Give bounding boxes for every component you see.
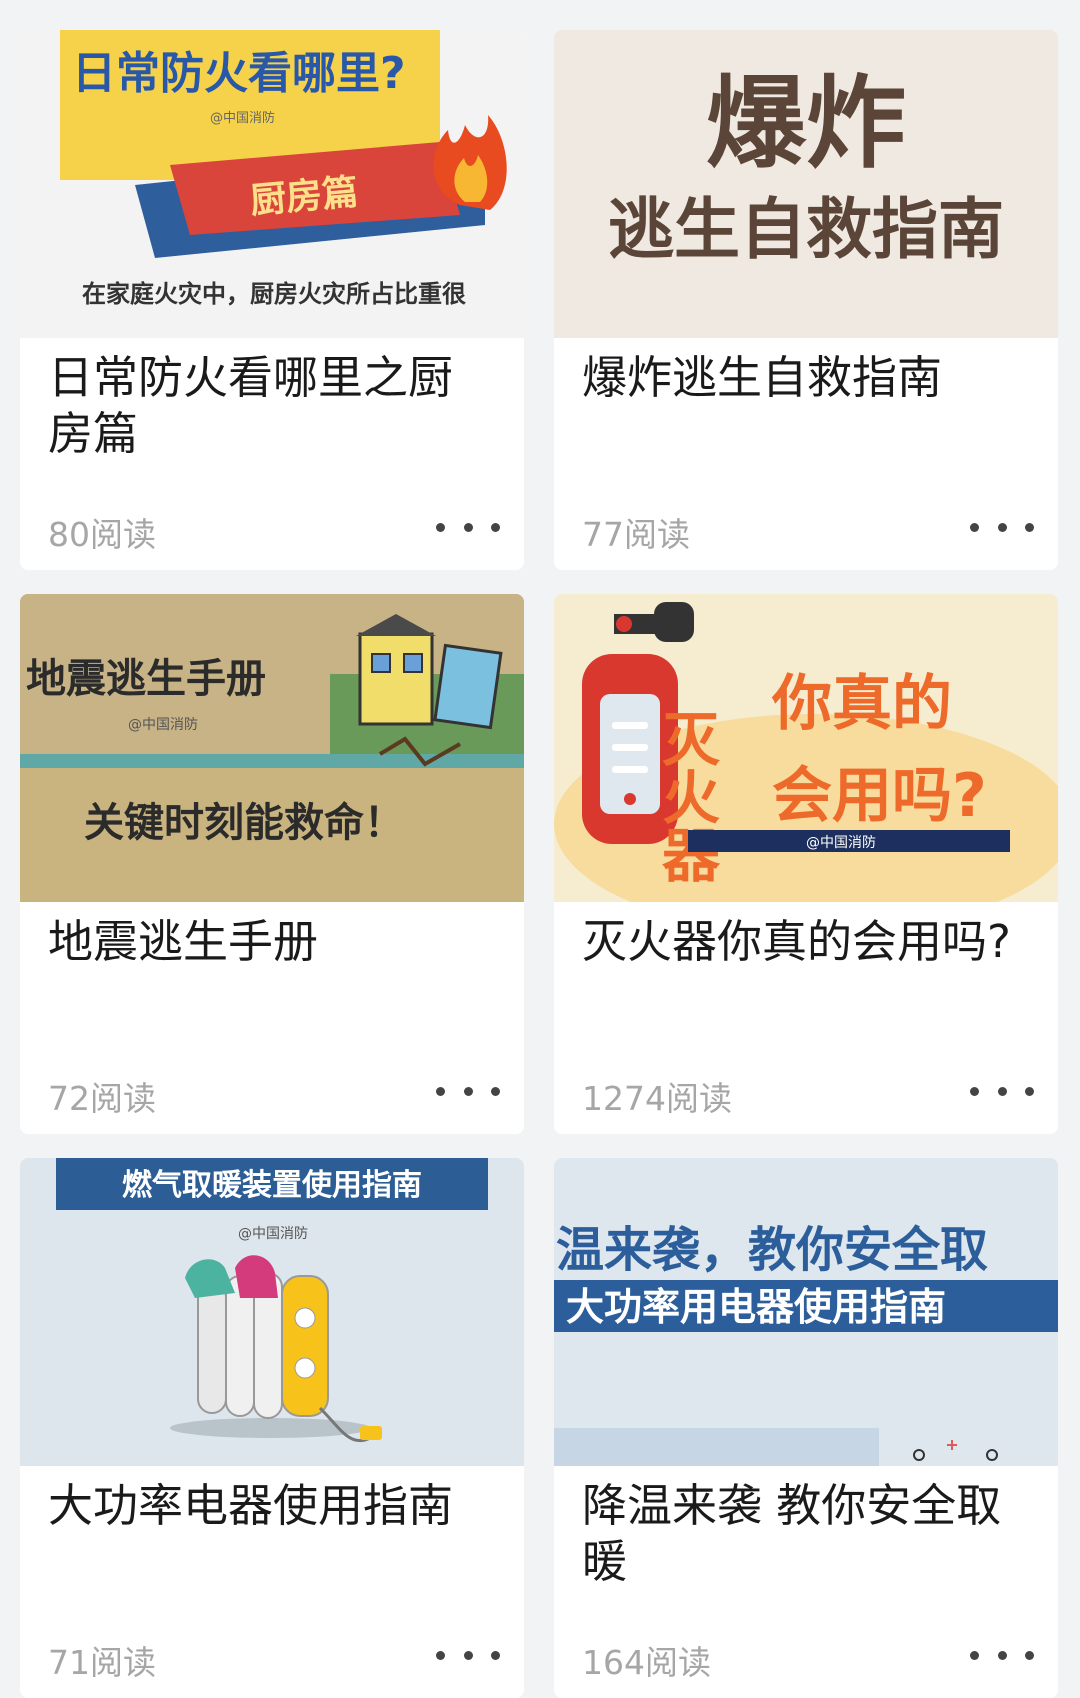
read-count: 164阅读 xyxy=(582,1643,711,1682)
thumb-vertical-label: 灭火器 xyxy=(652,709,720,883)
article-card[interactable]: 燃气取暖装置使用指南 @中国消防 大功率电器使用指南 71阅读 xyxy=(20,1158,524,1698)
article-title: 地震逃生手册 xyxy=(48,915,319,968)
read-count: 80阅读 xyxy=(48,515,156,554)
article-title: 爆炸逃生自救指南 xyxy=(582,351,943,404)
read-count: 77阅读 xyxy=(582,515,690,554)
more-horizontal-icon[interactable] xyxy=(970,1084,1034,1098)
article-card[interactable]: 地震逃生手册 @中国消防 关键时刻能救命！ 地震逃生手册 72阅读 xyxy=(20,594,524,1134)
more-horizontal-icon[interactable] xyxy=(436,520,500,534)
article-title: 日常防火看哪里之厨房篇 xyxy=(48,351,454,460)
article-grid: 日常防火看哪里? @中国消防 厨房篇 在家庭火灾中，厨房火灾所占比重很 日常防火… xyxy=(20,30,1060,1698)
thumb-line1: 你真的 xyxy=(771,669,952,739)
article-thumbnail: 日常防火看哪里? @中国消防 厨房篇 在家庭火灾中，厨房火灾所占比重很 xyxy=(20,30,524,338)
article-card[interactable]: 日常防火看哪里? @中国消防 厨房篇 在家庭火灾中，厨房火灾所占比重很 日常防火… xyxy=(20,30,524,570)
more-horizontal-icon[interactable] xyxy=(436,1084,500,1098)
thumb-watermark: @中国消防 xyxy=(806,835,876,851)
read-count: 72阅读 xyxy=(48,1079,156,1118)
article-thumbnail: 温来袭，教你安全取 大功率用电器使用指南 xyxy=(554,1158,1058,1466)
thumb-headline: 爆炸 xyxy=(706,65,906,182)
thumb-line1: 温来袭，教你安全取 xyxy=(556,1222,988,1278)
more-horizontal-icon[interactable] xyxy=(970,520,1034,534)
thumb-line2: 大功率用电器使用指南 xyxy=(566,1285,946,1329)
read-count: 1274阅读 xyxy=(582,1079,732,1118)
article-card[interactable]: 爆炸 逃生自救指南 爆炸逃生自救指南 77阅读 xyxy=(554,30,1058,570)
thumb-subline: 关键时刻能救命！ xyxy=(84,800,404,846)
thumb-subline: 逃生自救指南 xyxy=(608,191,1004,268)
article-thumbnail: 地震逃生手册 @中国消防 关键时刻能救命！ xyxy=(20,594,524,902)
read-count: 71阅读 xyxy=(48,1643,156,1682)
more-horizontal-icon[interactable] xyxy=(436,1648,500,1662)
article-title: 降温来袭 教你安全取暖 xyxy=(582,1479,1002,1588)
thumb-headline: 地震逃生手册 xyxy=(26,656,266,702)
thumb-watermark: @中国消防 xyxy=(210,110,275,126)
article-title: 大功率电器使用指南 xyxy=(48,1479,454,1532)
article-thumbnail: 爆炸 逃生自救指南 xyxy=(554,30,1058,338)
article-thumbnail: 灭火器 你真的 会用吗? @中国消防 xyxy=(554,594,1058,902)
more-horizontal-icon[interactable] xyxy=(970,1648,1034,1662)
article-thumbnail: 燃气取暖装置使用指南 @中国消防 xyxy=(20,1158,524,1466)
article-title: 灭火器你真的会用吗? xyxy=(582,915,1011,968)
thumb-watermark: @中国消防 xyxy=(128,717,198,733)
thumb-caption: 在家庭火灾中，厨房火灾所占比重很 xyxy=(82,280,466,308)
thumb-line2: 会用吗? xyxy=(772,761,987,831)
thumb-banner: 燃气取暖装置使用指南 xyxy=(122,1168,422,1203)
article-card[interactable]: 温来袭，教你安全取 大功率用电器使用指南 降温来袭 教你安全取暖 164阅读 xyxy=(554,1158,1058,1698)
thumb-headline: 日常防火看哪里? xyxy=(72,48,406,99)
article-card[interactable]: 灭火器 你真的 会用吗? @中国消防 灭火器你真的会用吗? 1274阅读 xyxy=(554,594,1058,1134)
thumb-watermark: @中国消防 xyxy=(238,1226,308,1242)
